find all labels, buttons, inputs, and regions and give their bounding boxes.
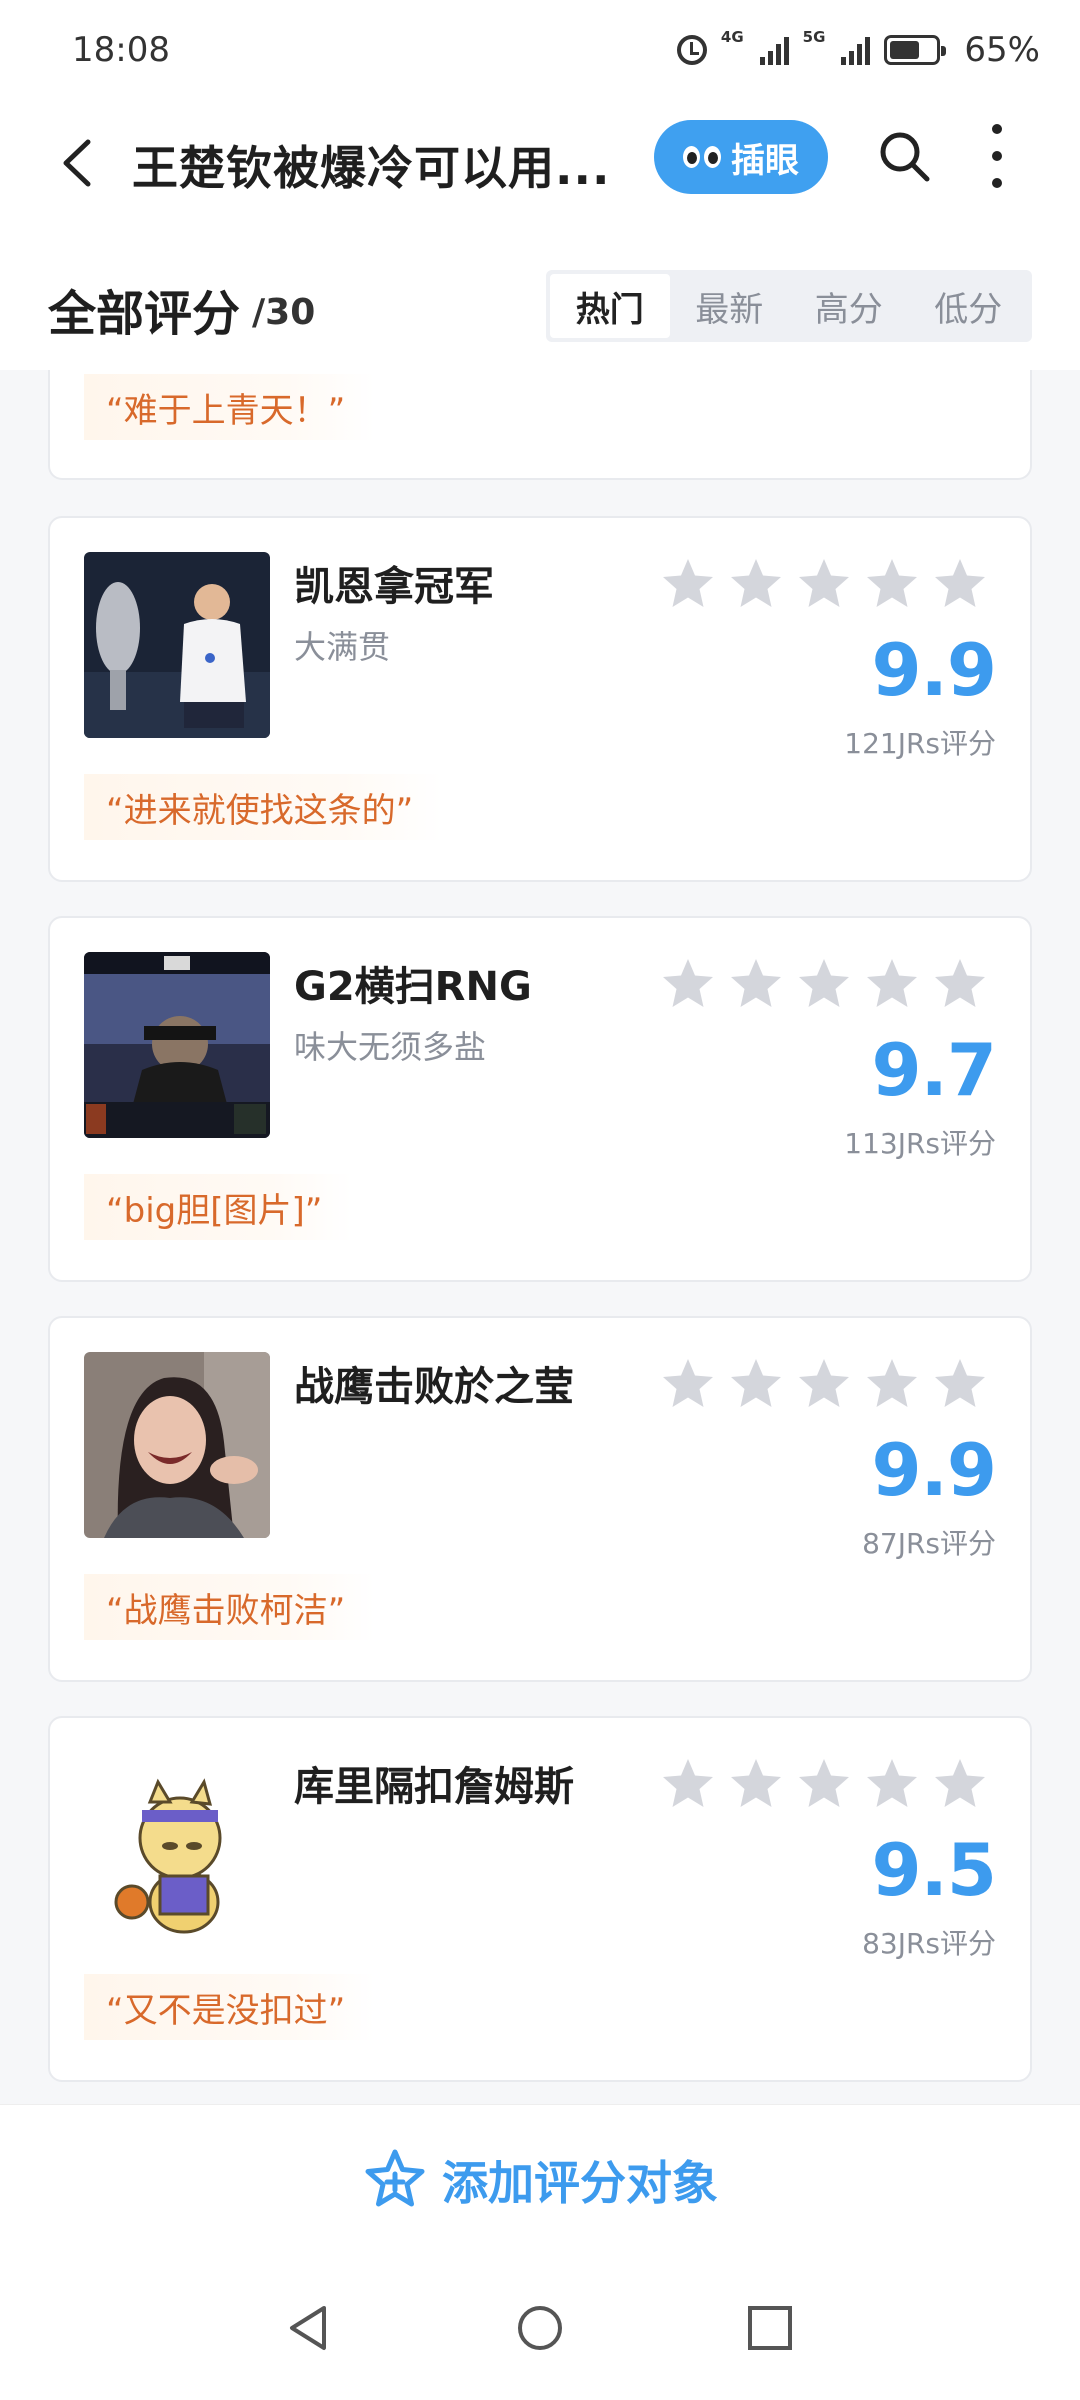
item-title: 库里隔扣詹姆斯 xyxy=(294,1764,574,1810)
tab-low-score[interactable]: 低分 xyxy=(909,274,1029,338)
recents-icon[interactable] xyxy=(742,2300,798,2356)
star-icon[interactable] xyxy=(932,956,988,1012)
search-icon[interactable] xyxy=(876,128,932,184)
network-type-label: 4G xyxy=(720,28,744,46)
vote-count: 87JRs评分 xyxy=(862,1527,996,1560)
star-add-icon xyxy=(365,2149,425,2206)
star-icon[interactable] xyxy=(660,1356,716,1412)
tab-high-score[interactable]: 高分 xyxy=(789,274,909,338)
peek-button[interactable]: 插眼 xyxy=(654,120,828,194)
item-thumbnail xyxy=(84,552,270,738)
top-comment: “难于上青天！” xyxy=(84,374,376,440)
section-title: 全部评分 xyxy=(48,286,241,342)
star-icon[interactable] xyxy=(796,956,852,1012)
item-title: 凯恩拿冠军 xyxy=(294,564,494,610)
top-comment: “进来就使找这条的” xyxy=(84,774,444,840)
vote-count: 121JRs评分 xyxy=(844,727,996,760)
alarm-icon xyxy=(676,35,707,65)
star-icon[interactable] xyxy=(796,556,852,612)
top-comment: “又不是没扣过” xyxy=(84,1974,376,2040)
star-icon[interactable] xyxy=(796,1356,852,1412)
vote-count: 113JRs评分 xyxy=(844,1127,996,1160)
sort-tabs: 热门 最新 高分 低分 xyxy=(546,270,1032,342)
item-subtitle: 大满贯 xyxy=(294,628,391,666)
item-score: 9.5 xyxy=(871,1828,997,1912)
rating-card[interactable]: G2横扫RNG 味大无须多盐 9.7 113JRs评分 “big胆[图片]” xyxy=(48,916,1032,1282)
status-icons: 4G 5G 65% xyxy=(676,28,1040,70)
battery-icon xyxy=(884,35,947,65)
eyes-icon xyxy=(683,146,721,168)
rating-card[interactable]: 凯恩拿冠军 大满贯 9.9 121JRs评分 “进来就使找这条的” xyxy=(48,516,1032,882)
star-icon[interactable] xyxy=(864,956,920,1012)
peek-button-label: 插眼 xyxy=(731,140,799,181)
star-icon[interactable] xyxy=(660,556,716,612)
star-rating[interactable] xyxy=(660,556,988,612)
star-icon[interactable] xyxy=(864,1756,920,1812)
item-thumbnail xyxy=(84,1352,270,1538)
nav-back-icon[interactable] xyxy=(280,2300,336,2356)
star-icon[interactable] xyxy=(728,956,784,1012)
rating-card[interactable]: 库里隔扣詹姆斯 9.5 83JRs评分 “又不是没扣过” xyxy=(48,1716,1032,2082)
top-comment: “战鹰击败柯洁” xyxy=(84,1574,376,1640)
item-score: 9.9 xyxy=(871,628,997,712)
rating-card-partial[interactable]: “难于上青天！” xyxy=(48,370,1032,480)
page-title: 王楚钦被爆冷可以用... xyxy=(132,141,611,195)
item-thumbnail xyxy=(84,952,270,1138)
star-icon[interactable] xyxy=(864,1356,920,1412)
add-rating-target-label: 添加评分对象 xyxy=(442,2155,718,2210)
network-type-label: 5G xyxy=(802,28,826,46)
home-icon[interactable] xyxy=(512,2300,568,2356)
item-thumbnail xyxy=(84,1752,270,1938)
star-rating[interactable] xyxy=(660,1756,988,1812)
star-icon[interactable] xyxy=(660,956,716,1012)
battery-fill xyxy=(890,41,920,59)
signal-icon xyxy=(841,35,871,65)
star-rating[interactable] xyxy=(660,1356,988,1412)
star-icon[interactable] xyxy=(932,556,988,612)
add-rating-target-button[interactable]: 添加评分对象 xyxy=(0,2104,1080,2254)
item-title: G2横扫RNG xyxy=(294,964,532,1010)
rating-card[interactable]: 战鹰击败於之莹 9.9 87JRs评分 “战鹰击败柯洁” xyxy=(48,1316,1032,1682)
status-bar: 18:08 4G 5G 65% xyxy=(0,0,1080,100)
star-icon[interactable] xyxy=(864,556,920,612)
star-icon[interactable] xyxy=(932,1756,988,1812)
vote-count: 83JRs评分 xyxy=(862,1927,996,1960)
back-icon[interactable] xyxy=(58,138,98,188)
item-title: 战鹰击败於之莹 xyxy=(294,1364,574,1410)
item-score: 9.7 xyxy=(871,1028,997,1112)
top-comment: “big胆[图片]” xyxy=(84,1174,353,1240)
ratings-header: 全部评分 /30 热门 最新 高分 低分 xyxy=(0,230,1080,370)
tab-latest[interactable]: 最新 xyxy=(670,274,790,338)
tab-hot[interactable]: 热门 xyxy=(550,274,670,338)
system-navigation-bar xyxy=(0,2254,1080,2400)
status-time: 18:08 xyxy=(72,30,170,70)
star-icon[interactable] xyxy=(796,1756,852,1812)
star-icon[interactable] xyxy=(728,1756,784,1812)
star-rating[interactable] xyxy=(660,956,988,1012)
signal-icon xyxy=(759,35,789,65)
star-icon[interactable] xyxy=(932,1356,988,1412)
star-icon[interactable] xyxy=(728,1356,784,1412)
more-icon[interactable] xyxy=(990,124,1004,188)
star-icon[interactable] xyxy=(660,1756,716,1812)
item-subtitle: 味大无须多盐 xyxy=(294,1028,487,1066)
battery-percent: 65% xyxy=(964,30,1040,70)
section-count: /30 xyxy=(252,292,316,333)
star-icon[interactable] xyxy=(728,556,784,612)
top-navbar: 王楚钦被爆冷可以用... 插眼 xyxy=(0,100,1080,230)
item-score: 9.9 xyxy=(871,1428,997,1512)
